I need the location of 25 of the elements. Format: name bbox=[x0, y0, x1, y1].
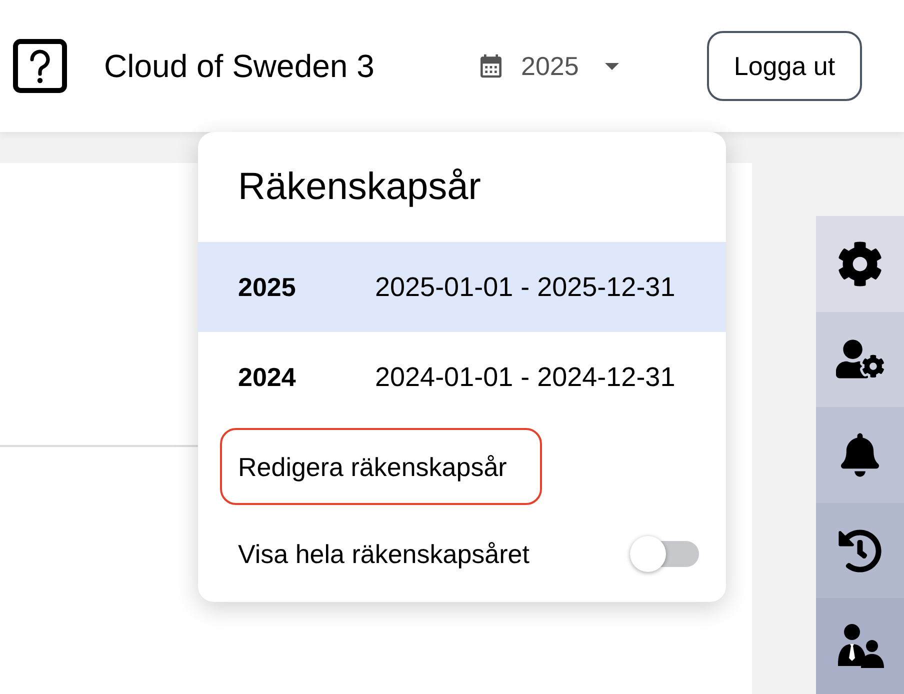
sidebar-button[interactable] bbox=[816, 502, 904, 598]
date-range: 2024-01-01 - 2024-12-31 bbox=[375, 364, 676, 390]
fiscal-year-option[interactable]: 2025 2025-01-01 - 2025-12-31 bbox=[198, 242, 726, 332]
date-range: 2025-01-01 - 2025-12-31 bbox=[375, 274, 676, 300]
fiscal-year-option[interactable]: 2024 2024-01-01 - 2024-12-31 bbox=[198, 332, 726, 422]
gear-icon bbox=[837, 240, 883, 287]
year-label: 2024 bbox=[238, 364, 297, 390]
app-title: Cloud of Sweden 3 bbox=[104, 50, 374, 82]
sidebar-button[interactable] bbox=[816, 598, 904, 694]
menu-title: Räkenskapsår bbox=[238, 168, 481, 206]
bell-icon bbox=[841, 432, 879, 477]
caret-icon bbox=[604, 62, 619, 70]
year-select[interactable]: 2025 bbox=[477, 51, 619, 81]
logout-button[interactable]: Logga ut bbox=[707, 31, 862, 101]
user-gear-icon bbox=[836, 339, 884, 380]
edit-fiscal-year-button[interactable]: Redigera räkenskapsår bbox=[220, 428, 542, 505]
year-label: 2025 bbox=[238, 274, 297, 300]
people-icon bbox=[836, 624, 884, 668]
sidebar-button[interactable] bbox=[816, 216, 904, 312]
sidebar-button[interactable] bbox=[816, 407, 904, 503]
history-icon bbox=[838, 528, 882, 573]
toggle-switch[interactable] bbox=[630, 536, 699, 572]
show-full-year-label: Visa hela räkenskapsåret bbox=[238, 540, 530, 566]
help-icon[interactable] bbox=[13, 39, 67, 93]
sidebar-button[interactable] bbox=[816, 312, 904, 408]
